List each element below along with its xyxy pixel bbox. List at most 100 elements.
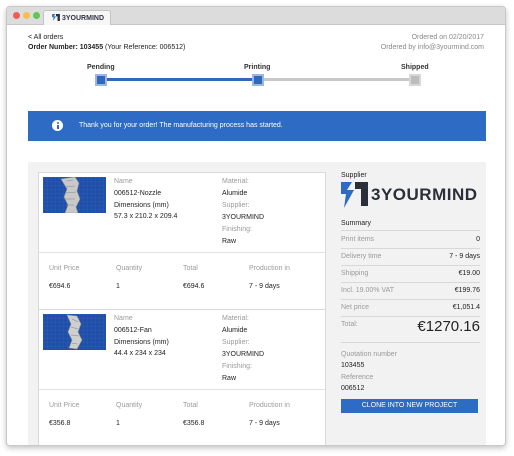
clone-into-new-project-button[interactable]: CLONE INTO NEW PROJECT <box>341 399 478 413</box>
item-material: Alumide <box>222 190 248 197</box>
supplier-label: Supplier: <box>222 202 250 209</box>
summary-value-delivery: 7 - 9 days <box>449 253 480 260</box>
all-orders-link[interactable]: < All orders <box>28 34 63 41</box>
banner-message: Thank you for your order! The manufactur… <box>79 122 283 129</box>
item-pricing: Unit Price Quantity Total Production in … <box>39 253 325 313</box>
step-label-pending: Pending <box>87 64 115 71</box>
order-number: Order Number: 103455 (Your Reference: 00… <box>28 44 185 51</box>
maximize-window-button[interactable] <box>33 12 40 19</box>
total-label: Total <box>183 402 198 409</box>
unit-price-label: Unit Price <box>49 265 80 272</box>
summary-value-print-items: 0 <box>476 236 480 243</box>
item-dimensions: 44.4 x 234 x 234 <box>114 350 166 357</box>
summary-label-delivery: Delivery time <box>341 253 382 260</box>
summary-total-label: Total: <box>341 321 358 328</box>
item-supplier: 3YOURMIND <box>222 351 265 358</box>
browser-window: 3YOURMIND < All orders Order Number: 103… <box>6 6 506 446</box>
ordered-on-date: Ordered on 02/20/2017 <box>411 34 484 41</box>
supplier-logo-icon <box>341 182 368 208</box>
name-label: Name <box>114 315 133 322</box>
browser-titlebar: 3YOURMIND <box>7 7 505 25</box>
ordered-by-email: Ordered by info@3yourmind.com <box>380 44 484 51</box>
item-quantity: 1 <box>116 283 120 290</box>
info-icon <box>52 120 63 131</box>
item-name: 006512-Fan <box>114 327 152 334</box>
material-label: Material: <box>222 315 249 322</box>
summary-value-net-price: €1,051.4 <box>452 304 480 311</box>
item-quantity: 1 <box>116 420 120 427</box>
divider <box>341 265 480 266</box>
divider <box>341 316 480 317</box>
item-thumbnail[interactable] <box>43 314 106 350</box>
item-thumbnail[interactable] <box>43 177 106 213</box>
item-dimensions: 57.3 x 210.2 x 209.4 <box>114 213 178 220</box>
summary-label-vat: Incl. 19.00% VAT <box>341 287 395 294</box>
divider <box>341 248 480 249</box>
item-pricing: Unit Price Quantity Total Production in … <box>39 390 325 445</box>
summary-label-shipping: Shipping <box>341 270 369 277</box>
divider <box>341 342 480 343</box>
summary-total-value: €1270.16 <box>417 318 480 335</box>
item-details: Name 006512-Fan Dimensions (mm) 44.4 x 2… <box>39 310 325 390</box>
order-details-panel: Name 006512-Nozzle Dimensions (mm) 57.3 … <box>28 162 486 445</box>
quotation-number-label: Quotation number <box>341 351 398 358</box>
summary-heading: Summary <box>341 220 371 227</box>
dimensions-label: Dimensions (mm) <box>114 202 169 209</box>
item-total: €356.8 <box>183 420 205 427</box>
order-number-value: Order Number: 103455 <box>28 44 104 51</box>
step-node-pending <box>95 74 107 86</box>
step-node-shipped <box>409 74 421 86</box>
item-name: 006512-Nozzle <box>114 190 162 197</box>
total-label: Total <box>183 265 198 272</box>
summary-value-shipping: €19.00 <box>458 270 480 277</box>
summary-label-net-price: Net price <box>341 304 370 311</box>
close-window-button[interactable] <box>13 12 20 19</box>
item-finishing: Raw <box>222 238 237 245</box>
production-label: Production in <box>249 402 290 409</box>
summary-value-vat: €199.76 <box>454 287 480 294</box>
minimize-window-button[interactable] <box>23 12 30 19</box>
tab-title: 3YOURMIND <box>62 15 105 22</box>
fan-part-image <box>43 314 106 350</box>
supplier-logo: 3YOURMIND <box>341 180 481 208</box>
name-label: Name <box>114 178 133 185</box>
quantity-label: Quantity <box>116 265 143 272</box>
item-material: Alumide <box>222 327 248 334</box>
item-supplier: 3YOURMIND <box>222 214 265 221</box>
order-summary-sidebar: Supplier 3YOURMIND Summary Print items 0… <box>338 162 486 445</box>
progress-track-remaining <box>263 78 415 81</box>
supplier-brand-name: 3YOURMIND <box>371 185 478 204</box>
divider <box>341 299 480 300</box>
supplier-heading: Supplier <box>341 172 367 179</box>
finishing-label: Finishing: <box>222 226 252 233</box>
finishing-label: Finishing: <box>222 363 252 370</box>
item-unit-price: €356.8 <box>49 420 71 427</box>
browser-tab[interactable]: 3YOURMIND <box>43 10 111 25</box>
dimensions-label: Dimensions (mm) <box>114 339 169 346</box>
item-production-time: 7 - 9 days <box>249 420 280 427</box>
item-production-time: 7 - 9 days <box>249 283 280 290</box>
info-banner: Thank you for your order! The manufactur… <box>28 111 486 141</box>
item-details: Name 006512-Nozzle Dimensions (mm) 57.3 … <box>39 173 325 253</box>
quantity-label: Quantity <box>116 402 143 409</box>
logo-icon <box>52 14 60 21</box>
step-label-shipped: Shipped <box>401 64 429 71</box>
progress-track-done <box>102 78 254 81</box>
order-item-card: Name 006512-Nozzle Dimensions (mm) 57.3 … <box>38 172 326 312</box>
reference-label: Reference <box>341 374 374 381</box>
unit-price-label: Unit Price <box>49 402 80 409</box>
item-finishing: Raw <box>222 375 237 382</box>
order-item-card: Name 006512-Fan Dimensions (mm) 44.4 x 2… <box>38 309 326 445</box>
step-node-printing <box>252 74 264 86</box>
order-progress: Pending Printing Shipped <box>7 63 505 99</box>
step-label-printing: Printing <box>244 64 271 71</box>
production-label: Production in <box>249 265 290 272</box>
order-reference: (Your Reference: 006512) <box>103 44 186 51</box>
reference-value: 006512 <box>341 385 365 392</box>
item-total: €694.6 <box>183 283 205 290</box>
nozzle-part-image <box>43 177 106 213</box>
summary-label-print-items: Print items <box>341 236 375 243</box>
order-page: < All orders Order Number: 103455 (Your … <box>7 25 505 445</box>
supplier-label: Supplier: <box>222 339 250 346</box>
quotation-number-value: 103455 <box>341 362 365 369</box>
